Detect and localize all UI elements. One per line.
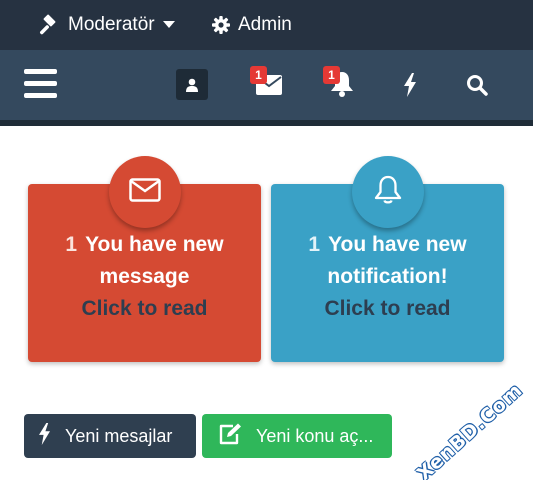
message-count: 1 [65, 233, 78, 256]
message-count-badge: 1 [250, 66, 267, 84]
bolt-icon [38, 422, 65, 450]
envelope-outline-icon [128, 177, 161, 207]
new-message-card[interactable]: 1 You have new message Click to read [28, 156, 261, 362]
notification-text-line1: You have new [328, 233, 467, 256]
caret-down-icon [162, 21, 175, 29]
admin-link[interactable]: Admin [212, 0, 292, 50]
menu-icon[interactable] [24, 69, 57, 99]
notification-count: 1 [308, 233, 321, 256]
new-messages-button[interactable]: Yeni mesajlar [24, 414, 196, 458]
new-messages-label: Yeni mesajlar [65, 425, 173, 446]
moderator-label: Moderatör [68, 14, 155, 35]
nav-bar-shadow [0, 120, 533, 126]
user-icon[interactable] [176, 69, 208, 100]
new-notification-card[interactable]: 1 You have new notification! Click to rea… [271, 156, 504, 362]
search-icon[interactable] [462, 70, 492, 100]
message-read-link[interactable]: Click to read [28, 293, 261, 325]
notification-card-text: 1 You have new notification! Click to rea… [271, 229, 504, 325]
admin-label: Admin [238, 14, 292, 35]
gavel-icon [38, 14, 60, 36]
new-thread-button[interactable]: Yeni konu aç... [202, 414, 392, 458]
notification-text-line2: notification! [327, 265, 448, 288]
top-bar: Moderatör Admin [0, 0, 533, 50]
watermark: XenBD.Com [412, 379, 528, 480]
bell-circle [351, 156, 424, 228]
bolt-icon[interactable] [396, 70, 424, 100]
moderator-menu[interactable]: Moderatör [38, 0, 175, 50]
edit-icon [218, 423, 256, 450]
notification-read-link[interactable]: Click to read [271, 293, 504, 325]
gear-icon [212, 16, 230, 34]
bell-outline-icon [374, 175, 402, 210]
envelope-circle [108, 156, 181, 228]
message-text-line2: message [99, 265, 190, 288]
alert-count-badge: 1 [323, 66, 340, 84]
message-card-text: 1 You have new message Click to read [28, 229, 261, 325]
message-text-line1: You have new [85, 233, 224, 256]
new-thread-label: Yeni konu aç... [256, 425, 374, 446]
